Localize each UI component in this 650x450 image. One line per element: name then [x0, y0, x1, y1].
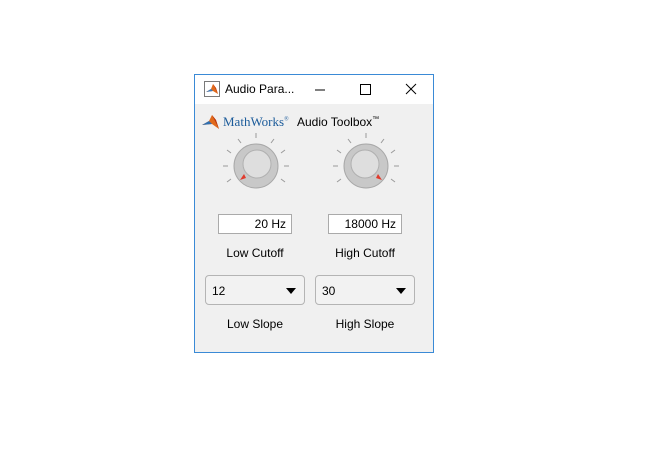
caret-down-icon [396, 288, 406, 294]
maximize-icon [360, 84, 371, 95]
caret-down-icon [286, 288, 296, 294]
high-cutoff-label: High Cutoff [335, 246, 395, 260]
brand-name: MathWorks® [223, 114, 289, 129]
high-slope-value: 30 [322, 284, 336, 298]
high-cutoff-knob[interactable] [333, 133, 399, 199]
close-icon [405, 83, 417, 95]
audio-parameter-window: Audio Para... MathWorks® Audio Toolbox™ … [194, 74, 434, 353]
maximize-button[interactable] [343, 75, 387, 104]
toolbox-header: MathWorks® Audio Toolbox™ [201, 113, 421, 131]
low-cutoff-knob[interactable] [223, 133, 289, 199]
low-slope-value: 12 [212, 284, 226, 298]
low-slope-dropdown[interactable]: 12 [205, 275, 305, 305]
high-cutoff-field[interactable]: 18000 Hz [328, 214, 402, 234]
matlab-membrane-icon [204, 81, 220, 97]
minimize-button[interactable] [298, 75, 342, 104]
low-cutoff-field[interactable]: 20 Hz [218, 214, 292, 234]
product-name: Audio Toolbox™ [297, 115, 380, 129]
title-bar[interactable]: Audio Para... [195, 75, 433, 104]
low-cutoff-label: Low Cutoff [226, 246, 284, 260]
mathworks-logo-icon [202, 115, 219, 129]
window-title: Audio Para... [225, 82, 295, 96]
close-button[interactable] [389, 75, 433, 104]
high-slope-dropdown[interactable]: 30 [315, 275, 415, 305]
high-slope-label: High Slope [335, 317, 395, 331]
low-slope-label: Low Slope [226, 317, 284, 331]
